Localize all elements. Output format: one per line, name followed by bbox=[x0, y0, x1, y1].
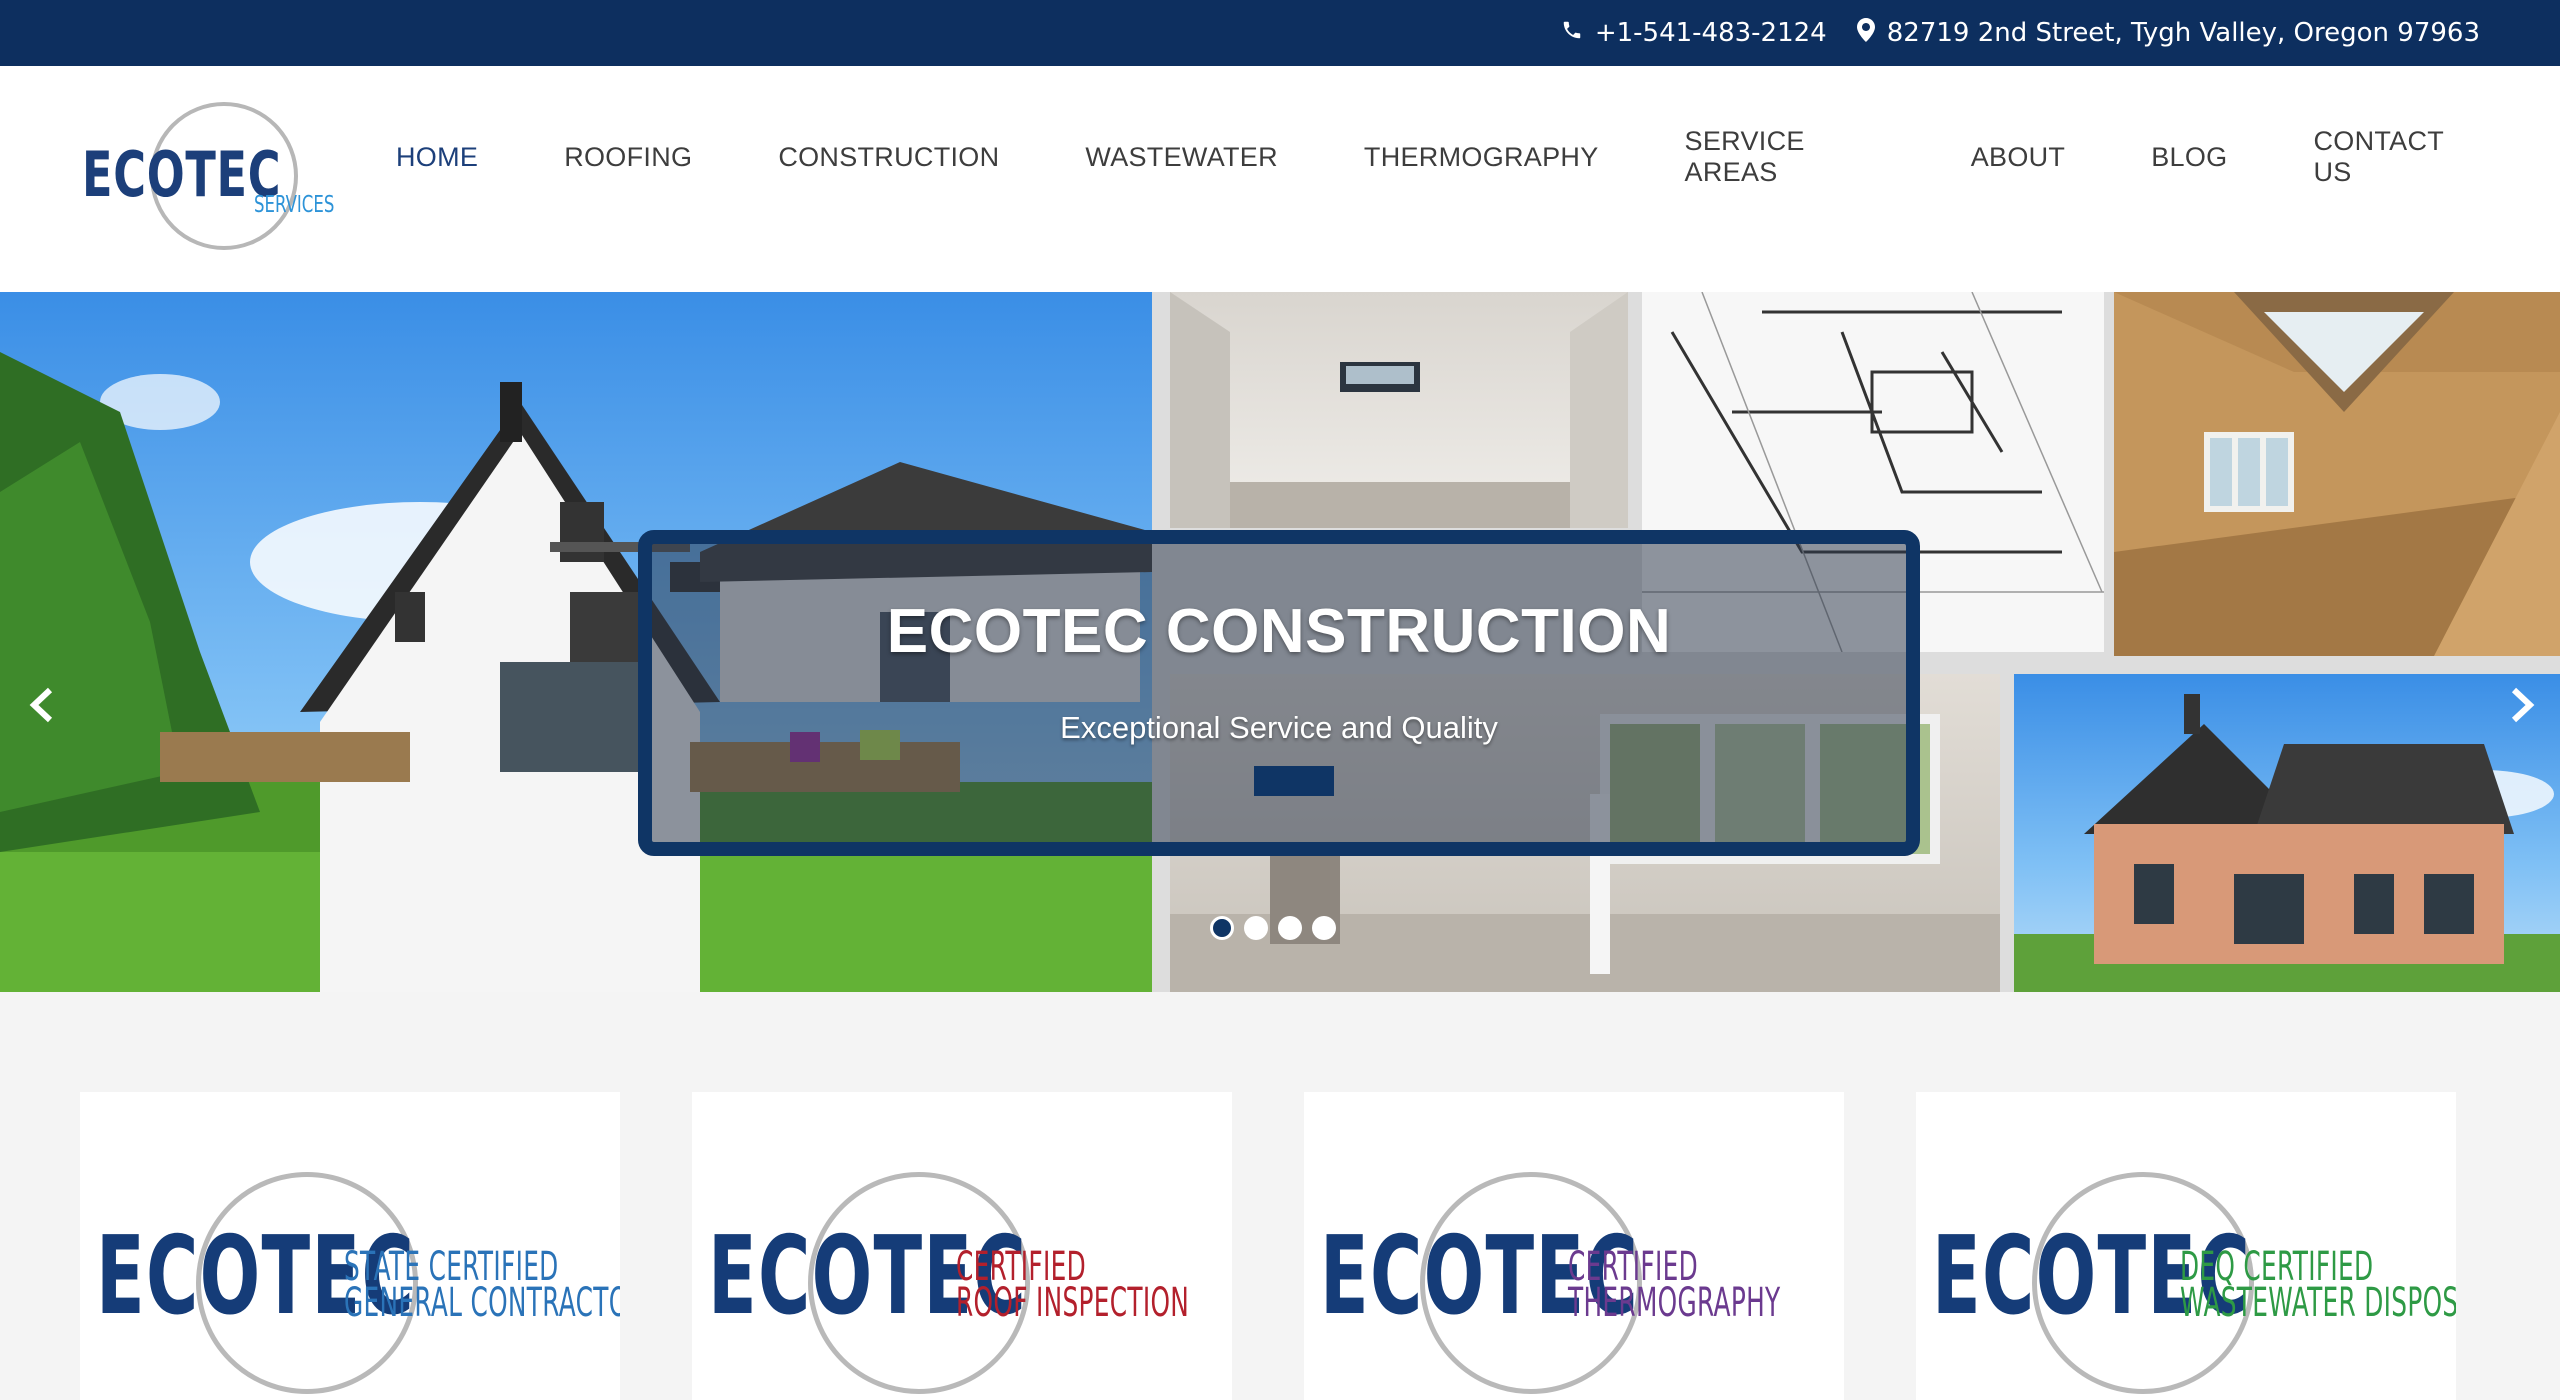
card-general-contractor[interactable]: ECOTEC STATE CERTIFIED GENERAL CONTRACTO… bbox=[80, 1092, 620, 1400]
address-link[interactable]: 82719 2nd Street, Tygh Valley, Oregon 97… bbox=[1856, 17, 2480, 49]
slider-dot-1[interactable] bbox=[1210, 916, 1234, 940]
hero-slider: ECOTEC CONSTRUCTION Exceptional Service … bbox=[0, 292, 2560, 992]
phone-icon bbox=[1561, 18, 1583, 48]
card-line2: WASTEWATER DISPOSAL bbox=[2180, 1280, 2456, 1326]
chevron-right-icon bbox=[2496, 687, 2546, 734]
hero-button[interactable] bbox=[1254, 766, 1334, 796]
nav-wastewater[interactable]: WASTEWATER bbox=[1085, 142, 1278, 173]
nav-contact-us[interactable]: CONTACT US bbox=[2313, 126, 2474, 188]
nav-thermography[interactable]: THERMOGRAPHY bbox=[1364, 142, 1599, 173]
slider-next-button[interactable] bbox=[2496, 680, 2546, 730]
slider-dot-3[interactable] bbox=[1278, 916, 1302, 940]
card-roof-inspection[interactable]: ECOTEC CERTIFIED ROOF INSPECTION bbox=[692, 1092, 1232, 1400]
logo-brand: ECOTEC bbox=[82, 138, 282, 211]
card-wastewater-disposal[interactable]: ECOTEC DEQ CERTIFIED WASTEWATER DISPOSAL bbox=[1916, 1092, 2456, 1400]
nav-service-areas[interactable]: SERVICE AREAS bbox=[1685, 126, 1885, 188]
hero-caption: ECOTEC CONSTRUCTION Exceptional Service … bbox=[638, 530, 1920, 856]
slider-dot-4[interactable] bbox=[1312, 916, 1336, 940]
hero-photo-brick-house bbox=[2014, 674, 2560, 992]
address-text[interactable]: 82719 2nd Street, Tygh Valley, Oregon 97… bbox=[1887, 18, 2480, 48]
nav-construction[interactable]: CONSTRUCTION bbox=[778, 142, 999, 173]
logo-services: SERVICES bbox=[254, 192, 335, 218]
card-line2: ROOF INSPECTION bbox=[956, 1280, 1190, 1326]
slider-dot-2[interactable] bbox=[1244, 916, 1268, 940]
nav-about[interactable]: ABOUT bbox=[1971, 142, 2066, 173]
slider-dots bbox=[1210, 916, 1336, 940]
card-line2: GENERAL CONTRACTOR bbox=[344, 1280, 620, 1326]
main-nav: HOME ROOFING CONSTRUCTION WASTEWATER THE… bbox=[396, 126, 2560, 187]
slider-prev-button[interactable] bbox=[18, 680, 68, 730]
site-logo[interactable]: ECOTEC SERVICES bbox=[82, 96, 342, 256]
nav-blog[interactable]: BLOG bbox=[2151, 142, 2227, 173]
hero-photo-attic bbox=[2114, 292, 2560, 656]
nav-home[interactable]: HOME bbox=[396, 142, 478, 173]
certification-cards: ECOTEC STATE CERTIFIED GENERAL CONTRACTO… bbox=[80, 1092, 2480, 1400]
hero-title: ECOTEC CONSTRUCTION bbox=[886, 597, 1672, 666]
phone-link[interactable]: +1-541-483-2124 bbox=[1561, 18, 1827, 48]
phone-number[interactable]: +1-541-483-2124 bbox=[1595, 18, 1827, 48]
map-pin-icon bbox=[1856, 17, 1875, 49]
card-line2: THERMOGRAPHY bbox=[1568, 1280, 1781, 1326]
contact-info: +1-541-483-2124 82719 2nd Street, Tygh V… bbox=[1561, 0, 2480, 66]
card-thermography[interactable]: ECOTEC CERTIFIED THERMOGRAPHY bbox=[1304, 1092, 1844, 1400]
chevron-left-icon bbox=[18, 687, 68, 734]
site-header: ECOTEC SERVICES HOME ROOFING CONSTRUCTIO… bbox=[0, 66, 2560, 292]
hero-subtitle: Exceptional Service and Quality bbox=[1060, 710, 1498, 745]
hero-photo-interior bbox=[1170, 292, 1628, 528]
nav-roofing[interactable]: ROOFING bbox=[564, 142, 692, 173]
top-contact-bar: +1-541-483-2124 82719 2nd Street, Tygh V… bbox=[0, 0, 2560, 66]
